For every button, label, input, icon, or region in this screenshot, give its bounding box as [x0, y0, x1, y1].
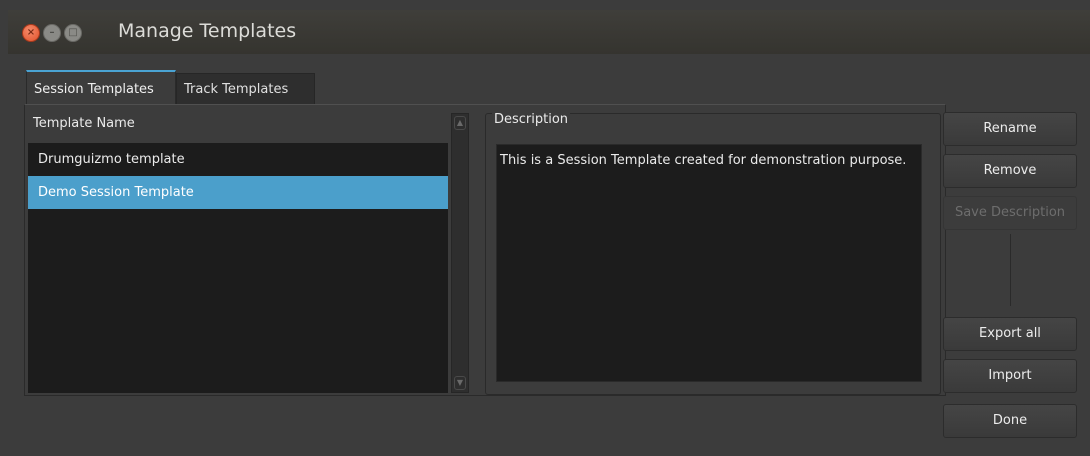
window-title: Manage Templates [118, 20, 297, 42]
scroll-down-arrow-icon[interactable]: ▼ [454, 376, 466, 390]
button-spacer [1010, 234, 1011, 306]
save-description-button[interactable]: Save Description [943, 196, 1077, 230]
description-label: Description [492, 112, 571, 127]
tab-panel: Template Name Drumguizmo template Demo S… [24, 104, 946, 396]
rename-button[interactable]: Rename [943, 112, 1077, 146]
import-button[interactable]: Import [943, 359, 1077, 393]
description-textarea[interactable]: This is a Session Template created for d… [496, 144, 922, 382]
remove-button[interactable]: Remove [943, 154, 1077, 188]
list-scrollbar[interactable]: ▲ ▼ [451, 113, 469, 393]
close-icon: × [26, 27, 36, 38]
maximize-icon: □ [68, 27, 78, 38]
description-group: Description This is a Session Template c… [485, 112, 941, 395]
template-list[interactable]: Drumguizmo template Demo Session Templat… [28, 143, 448, 393]
list-column-header[interactable]: Template Name [29, 113, 451, 135]
title-bar: × – □ Manage Templates [8, 10, 1090, 54]
done-button[interactable]: Done [943, 404, 1077, 438]
tab-session-templates[interactable]: Session Templates [26, 70, 176, 104]
scroll-up-arrow-icon[interactable]: ▲ [454, 116, 466, 130]
export-all-button[interactable]: Export all [943, 317, 1077, 351]
list-item[interactable]: Demo Session Template [28, 176, 448, 209]
minimize-window-button[interactable]: – [43, 24, 61, 42]
close-window-button[interactable]: × [22, 24, 40, 42]
minimize-icon: – [49, 27, 55, 38]
dialog-content: Session Templates Track Templates Templa… [8, 54, 1090, 456]
maximize-window-button[interactable]: □ [64, 24, 82, 42]
list-item[interactable]: Drumguizmo template [28, 143, 448, 176]
tab-track-templates[interactable]: Track Templates [176, 73, 315, 104]
